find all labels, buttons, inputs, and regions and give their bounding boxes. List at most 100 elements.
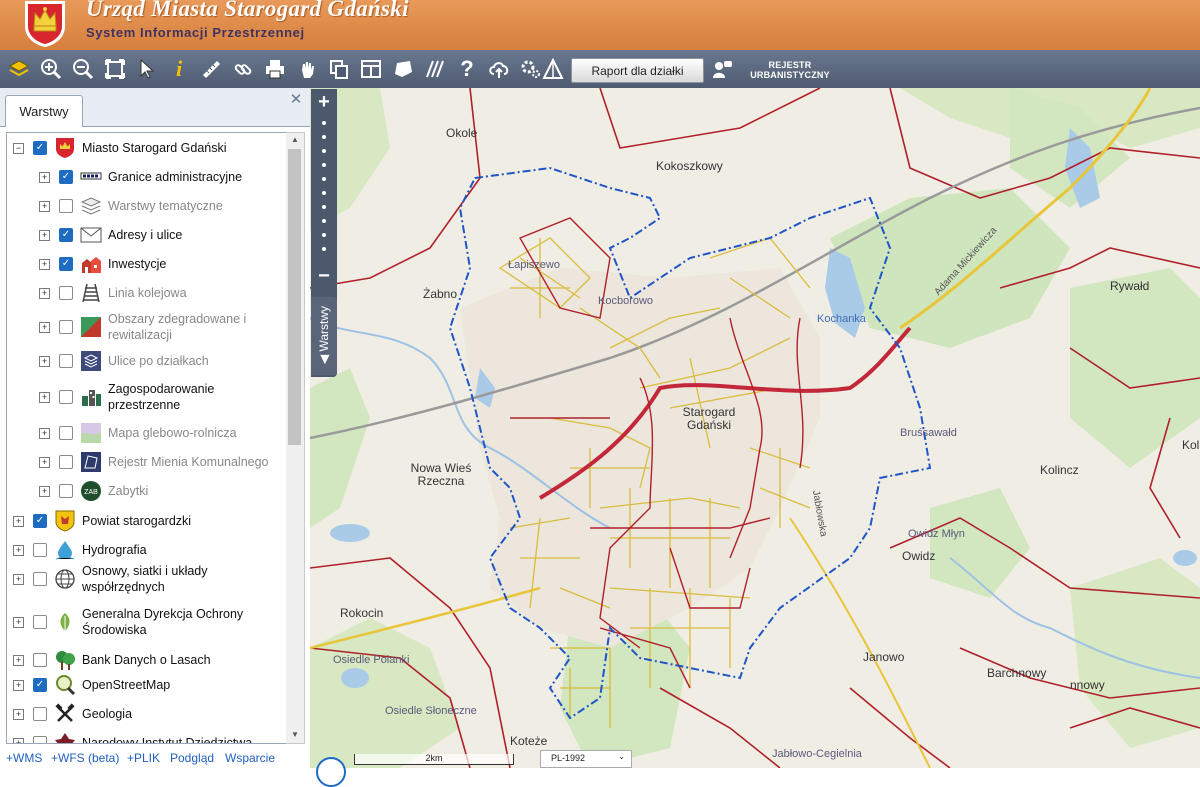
zoom-extent-icon[interactable] — [102, 56, 128, 82]
layer-checkbox[interactable]: ✓ — [59, 169, 73, 184]
close-icon[interactable]: ✕ — [289, 92, 303, 107]
zoom-level-dot[interactable] — [322, 247, 326, 251]
expand-toggle-icon[interactable]: + — [39, 287, 50, 299]
layer-checkbox[interactable] — [33, 571, 47, 586]
layer-checkbox[interactable] — [59, 483, 73, 498]
layer-row[interactable]: + ✓ Granice administracyjne — [7, 162, 286, 191]
info-icon[interactable]: i — [166, 56, 192, 82]
expand-toggle-icon[interactable]: + — [39, 456, 50, 468]
expand-toggle-icon[interactable]: + — [39, 229, 50, 241]
shape-icon[interactable] — [390, 56, 416, 82]
zoom-level-dot[interactable] — [322, 191, 326, 195]
expand-toggle-icon[interactable]: + — [13, 617, 24, 628]
zoom-level-dot[interactable] — [322, 121, 326, 125]
layer-row[interactable]: + Linia kolejowa — [7, 278, 286, 307]
layers-icon[interactable] — [6, 56, 32, 82]
crs-select[interactable]: PL-1992 ⌄ — [540, 750, 632, 768]
zoom-level-dot[interactable] — [322, 219, 326, 223]
expand-toggle-icon[interactable]: + — [13, 737, 24, 743]
layer-row[interactable]: + Osnowy, siatki i układy współrzędnych — [7, 564, 286, 594]
location-icon[interactable] — [316, 757, 346, 787]
expand-toggle-icon[interactable]: + — [39, 258, 50, 270]
layer-checkbox[interactable]: ✓ — [33, 513, 47, 528]
link-icon[interactable] — [230, 56, 256, 82]
triangle-icon[interactable] — [540, 56, 566, 82]
measure-icon[interactable] — [198, 56, 224, 82]
add-wms-link[interactable]: +WMS — [6, 751, 42, 765]
zoom-level-dot[interactable] — [322, 135, 326, 139]
layer-checkbox[interactable] — [59, 198, 73, 213]
layer-row[interactable]: + Generalna Dyrekcja Ochrony Środowiska — [7, 603, 286, 641]
print-icon[interactable] — [262, 56, 288, 82]
zoom-level-dot[interactable] — [322, 205, 326, 209]
layer-row[interactable]: + Mapa glebowo-rolnicza — [7, 418, 286, 447]
rejestr-urbanistyczny-button[interactable]: REJESTR URBANISTYCZNY — [745, 60, 835, 80]
zoom-level-dot[interactable] — [322, 177, 326, 181]
layer-checkbox[interactable] — [33, 653, 47, 667]
layer-row[interactable]: + Geologia — [7, 699, 286, 728]
raport-button[interactable]: Raport dla działki — [571, 58, 704, 83]
layer-row[interactable]: + ZAB Zabytki — [7, 476, 286, 505]
layer-checkbox[interactable] — [33, 542, 47, 557]
expand-toggle-icon[interactable]: + — [13, 708, 24, 720]
zoom-plus-button[interactable]: + — [311, 91, 337, 113]
expand-toggle-icon[interactable]: + — [39, 427, 50, 439]
zoom-level-dot[interactable] — [322, 233, 326, 237]
layer-checkbox[interactable]: ✓ — [59, 256, 73, 271]
layer-row[interactable]: + ✓ Adresy i ulice — [7, 220, 286, 249]
layer-row[interactable]: + ✓ OpenStreetMap — [7, 670, 286, 699]
layer-checkbox[interactable] — [59, 425, 73, 440]
expand-toggle-icon[interactable]: + — [39, 200, 50, 212]
expand-toggle-icon[interactable]: + — [13, 655, 24, 666]
layer-row[interactable]: + Ulice po działkach — [7, 346, 286, 375]
upload-icon[interactable] — [486, 56, 512, 82]
pointer-icon[interactable] — [134, 56, 160, 82]
layer-row[interactable]: − ✓ Miasto Starogard Gdański — [7, 133, 286, 162]
zoom-in-icon[interactable] — [38, 56, 64, 82]
expand-toggle-icon[interactable]: + — [39, 321, 50, 333]
layer-row[interactable]: + Zagospodarowanie przestrzenne — [7, 376, 286, 417]
map-canvas[interactable] — [310, 88, 1200, 768]
layer-checkbox[interactable]: ✓ — [33, 677, 47, 692]
layer-checkbox[interactable] — [59, 285, 73, 300]
expand-toggle-icon[interactable]: + — [39, 391, 50, 403]
expand-toggle-icon[interactable]: + — [13, 544, 24, 556]
tab-warstwy[interactable]: Warstwy — [5, 95, 83, 127]
layer-row[interactable]: + Warstwy tematyczne — [7, 191, 286, 220]
expand-toggle-icon[interactable]: + — [39, 355, 50, 367]
add-file-link[interactable]: +PLIK — [127, 751, 160, 765]
map-view[interactable]: Okole Kokoszkowy Żabno Łapiszewo Kocboro… — [310, 88, 1200, 768]
layer-checkbox[interactable] — [33, 735, 47, 743]
expand-toggle-icon[interactable]: + — [13, 573, 24, 585]
layer-row[interactable]: + Obszary zdegradowane i rewitalizacji — [7, 307, 286, 346]
layer-checkbox[interactable] — [59, 353, 73, 368]
layer-checkbox[interactable] — [59, 319, 73, 334]
help-icon[interactable]: ? — [454, 56, 480, 82]
user-chat-icon[interactable] — [709, 56, 735, 82]
collapse-toggle-icon[interactable]: − — [13, 142, 24, 154]
scroll-thumb[interactable] — [288, 149, 301, 445]
preview-link[interactable]: Podgląd — [170, 751, 214, 765]
zoom-out-icon[interactable] — [70, 56, 96, 82]
layer-row[interactable]: + ✓ Powiat starogardzki — [7, 506, 286, 535]
layers-side-tab[interactable]: ◀ Warstwy — [311, 297, 337, 375]
scroll-down-icon[interactable]: ▼ — [286, 728, 304, 742]
expand-toggle-icon[interactable]: + — [39, 171, 50, 183]
layer-row[interactable]: + Rejestr Mienia Komunalnego — [7, 447, 286, 476]
copy-icon[interactable] — [326, 56, 352, 82]
layer-row[interactable]: + Hydrografia — [7, 535, 286, 564]
layer-row[interactable]: + ✓ Inwestycje — [7, 249, 286, 278]
zoom-level-dot[interactable] — [322, 149, 326, 153]
hatch-icon[interactable] — [422, 56, 448, 82]
expand-toggle-icon[interactable]: + — [13, 515, 24, 527]
layer-checkbox[interactable] — [33, 706, 47, 721]
add-wfs-link[interactable]: +WFS (beta) — [51, 751, 119, 765]
layout-icon[interactable] — [358, 56, 384, 82]
layer-tree-scrollbar[interactable]: ▲ ▼ — [286, 132, 305, 744]
zoom-level-dot[interactable] — [322, 163, 326, 167]
expand-toggle-icon[interactable]: + — [39, 485, 50, 497]
support-link[interactable]: Wsparcie — [225, 751, 275, 765]
layer-row[interactable]: + Narodowy Instytut Dziedzictwa — [7, 728, 286, 743]
pan-icon[interactable] — [294, 56, 320, 82]
zoom-minus-button[interactable]: − — [311, 265, 337, 287]
